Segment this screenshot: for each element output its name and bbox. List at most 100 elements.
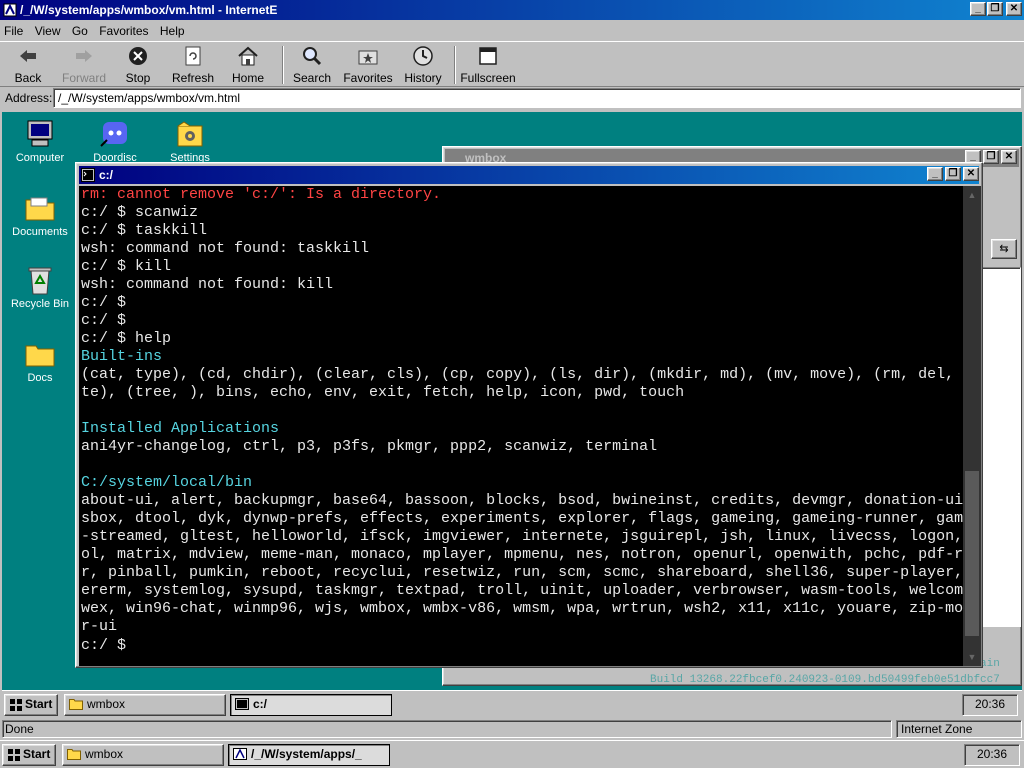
menu-bar: File View Go Favorites Help (0, 22, 1024, 40)
stop-icon (129, 47, 147, 65)
vm-task-wmbox[interactable]: wmbox (64, 694, 226, 716)
scroll-thumb[interactable] (965, 471, 979, 636)
terminal-line: (cat, type), (cd, chdir), (clear, cls), … (81, 366, 981, 383)
desktop-icon-docs[interactable]: Docs (2, 338, 78, 384)
refresh-button[interactable]: Refresh (170, 44, 216, 86)
terminal-maximize-button[interactable]: ❐ (945, 167, 961, 181)
home-button[interactable]: Home (226, 44, 270, 86)
desktop-icon-documents[interactable]: Documents (2, 192, 78, 238)
browser-title: /_/W/system/apps/wmbox/vm.html - Interne… (20, 3, 278, 17)
settings-icon (177, 121, 203, 147)
maximize-button[interactable]: ❐ (987, 2, 1003, 16)
docs-folder-icon (25, 345, 55, 367)
scroll-down-arrow-icon[interactable]: ▼ (965, 650, 979, 664)
terminal-line: about-ui, alert, backupmgr, base64, bass… (81, 492, 981, 509)
vm-taskbar: Start wmbox c:/ 20:36 (2, 690, 1022, 718)
favorites-label: Favorites (343, 71, 393, 85)
terminal-titlebar[interactable]: c:/ _ ❐ ✕ (79, 166, 979, 184)
wmbox-content (981, 267, 1021, 627)
menu-help[interactable]: Help (156, 22, 189, 40)
search-icon (303, 47, 322, 66)
fullscreen-label: Fullscreen (460, 71, 516, 85)
desktop-icon-computer[interactable]: Computer (2, 118, 78, 164)
prompt-text: c:/ $ (81, 637, 127, 654)
terminal-line: c:/ $ (81, 294, 127, 311)
address-label: Address: (5, 91, 53, 105)
host-task-browser-label: /_/W/system/apps/_ (251, 747, 362, 761)
terminal-line: c:/ $ taskkill (81, 222, 208, 239)
terminal-line: c:/ $ kill (81, 258, 172, 275)
terminal-window[interactable]: c:/ _ ❐ ✕ rm: cannot remove 'c:/': Is a … (75, 162, 983, 668)
terminal-line: c:/ $ help (81, 330, 172, 347)
host-task-wmbox[interactable]: wmbox (62, 744, 224, 766)
terminal-prompt[interactable]: c:/ $ (81, 636, 961, 654)
terminal-close-button[interactable]: ✕ (963, 167, 979, 181)
back-button[interactable]: Back (4, 44, 52, 86)
vm-start-label: Start (25, 697, 53, 711)
menu-file[interactable]: File (0, 22, 27, 40)
desktop-icon-settings[interactable]: Settings (152, 118, 228, 164)
terminal-heading: C:/system/local/bin (81, 474, 253, 491)
history-button[interactable]: History (400, 44, 446, 86)
desktop-icon-doordisc[interactable]: Doordisc (77, 118, 153, 164)
menu-go[interactable]: Go (68, 22, 92, 40)
vm-start-button[interactable]: Start (4, 694, 58, 716)
terminal-heading: Built-ins (81, 348, 163, 365)
terminal-scrollbar[interactable]: ▲ ▼ (963, 186, 981, 666)
desktop-icon-recycle-bin[interactable]: Recycle Bin (2, 264, 78, 310)
terminal-line: ani4yr-changelog, ctrl, p3, p3fs, pkmgr,… (81, 438, 658, 455)
fullscreen-button[interactable]: Fullscreen (460, 44, 516, 86)
internete-icon (233, 748, 247, 760)
computer-label: Computer (15, 152, 65, 164)
minimize-button[interactable]: _ (970, 2, 986, 16)
windows-logo-icon (8, 749, 20, 761)
desktop: Computer Doordisc Settings Documents Rec… (2, 112, 1022, 718)
address-input[interactable]: /_/W/system/apps/wmbox/vm.html (53, 88, 1021, 108)
documents-label: Documents (12, 226, 68, 238)
windows-logo-icon (10, 699, 22, 711)
history-label: History (404, 71, 442, 85)
terminal-line: c:/ $ scanwiz (81, 204, 199, 221)
back-label: Back (14, 71, 42, 85)
menu-view[interactable]: View (31, 22, 65, 40)
terminal-line: r, pinball, pumkin, reboot, recyclui, re… (81, 564, 981, 581)
fullscreen-icon (479, 47, 497, 65)
back-arrow-icon (20, 50, 36, 62)
folder-icon (67, 749, 81, 760)
terminal-heading: Installed Applications (81, 420, 280, 437)
terminal-title: c:/ (99, 168, 114, 182)
folder-icon (69, 699, 83, 710)
host-start-button[interactable]: Start (2, 744, 56, 766)
recycle-bin-label: Recycle Bin (10, 298, 70, 310)
stop-label: Stop (125, 71, 151, 85)
vm-task-terminal-label: c:/ (253, 697, 268, 711)
host-task-browser[interactable]: /_/W/system/apps/_ (228, 744, 390, 766)
browser-toolbar: Back Forward Stop Refresh Home Search Fa… (0, 41, 1024, 87)
build-string: Build 13268.22fbcef0.240923-0109.bd50499… (650, 674, 1000, 686)
toolbar-separator (454, 46, 456, 84)
search-button[interactable]: Search (290, 44, 334, 86)
refresh-icon (185, 46, 201, 66)
terminal-line: te), (tree, ), bins, echo, env, exit, fe… (81, 384, 685, 401)
vm-task-terminal[interactable]: c:/ (230, 694, 392, 716)
close-button[interactable]: ✕ (1006, 2, 1022, 16)
host-taskbar: Start wmbox /_/W/system/apps/_ 20:36 (0, 740, 1024, 768)
toolbar-separator (282, 46, 284, 84)
wmbox-go-button[interactable]: ⇆ (991, 239, 1017, 259)
forward-button[interactable]: Forward (58, 44, 110, 86)
wmbox-close-button[interactable]: ✕ (1001, 150, 1017, 164)
terminal-minimize-button[interactable]: _ (927, 167, 943, 181)
home-icon (238, 46, 258, 66)
scroll-up-arrow-icon[interactable]: ▲ (965, 188, 979, 202)
forward-arrow-icon (76, 50, 92, 62)
menu-favorites[interactable]: Favorites (95, 22, 152, 40)
wmbox-maximize-button[interactable]: ❐ (983, 150, 999, 164)
terminal-icon (235, 698, 249, 710)
computer-icon (27, 120, 53, 147)
forward-label: Forward (61, 71, 106, 85)
favorites-button[interactable]: Favorites (342, 44, 394, 86)
host-start-label: Start (23, 747, 51, 761)
terminal-output[interactable]: rm: cannot remove 'c:/': Is a directory.… (79, 186, 981, 666)
stop-button[interactable]: Stop (116, 44, 160, 86)
